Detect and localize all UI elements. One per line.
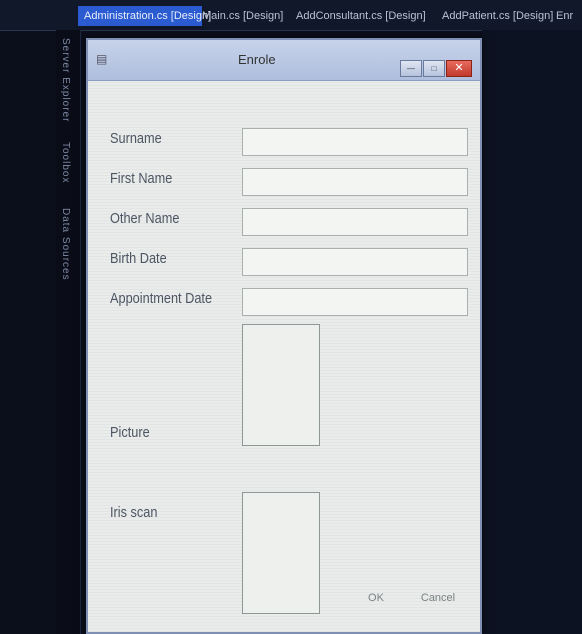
first-name-input[interactable] (242, 168, 468, 196)
birth-date-input[interactable] (242, 248, 468, 276)
minimize-button[interactable]: — (400, 60, 422, 77)
enrole-form-window: ▤ Enrole — □ ✕ Surname First Name Other … (86, 38, 482, 634)
ide-tab-main[interactable]: Main.cs [Design] (196, 6, 288, 26)
ide-tab-enrole[interactable]: Enr (550, 6, 582, 26)
ok-button[interactable]: OK (364, 588, 388, 608)
appointment-date-input[interactable] (242, 288, 468, 316)
birth-date-label: Birth Date (110, 250, 167, 267)
other-name-input[interactable] (242, 208, 468, 236)
picture-box[interactable] (242, 324, 320, 446)
surname-input[interactable] (242, 128, 468, 156)
other-name-label: Other Name (110, 210, 180, 227)
window-title: Enrole (238, 52, 276, 67)
data-sources-tab[interactable]: Data Sources (60, 208, 71, 281)
maximize-button[interactable]: □ (423, 60, 445, 77)
iris-scan-label: Iris scan (110, 504, 158, 521)
ide-side-panel-strip: Server Explorer Toolbox Data Sources (56, 30, 81, 634)
first-name-label: First Name (110, 170, 173, 187)
toolbox-tab[interactable]: Toolbox (60, 142, 71, 183)
close-button[interactable]: ✕ (446, 60, 472, 77)
ide-tab-bar: Administration.cs [Design] Main.cs [Desi… (0, 0, 582, 31)
window-titlebar[interactable]: ▤ Enrole — □ ✕ (88, 40, 480, 81)
ide-tab-add-consultant[interactable]: AddConsultant.cs [Design] (290, 6, 426, 26)
picture-label: Picture (110, 424, 150, 441)
appointment-date-label: Appointment Date (110, 290, 213, 307)
server-explorer-tab[interactable]: Server Explorer (60, 38, 71, 122)
ide-tab-administration[interactable]: Administration.cs [Design] (78, 6, 211, 26)
ide-design-surface (482, 30, 582, 634)
surname-label: Surname (110, 130, 162, 147)
ide-tab-add-patient[interactable]: AddPatient.cs [Design] (436, 6, 553, 26)
form-icon: ▤ (96, 52, 108, 66)
iris-scan-box[interactable] (242, 492, 320, 614)
cancel-button[interactable]: Cancel (416, 588, 460, 608)
